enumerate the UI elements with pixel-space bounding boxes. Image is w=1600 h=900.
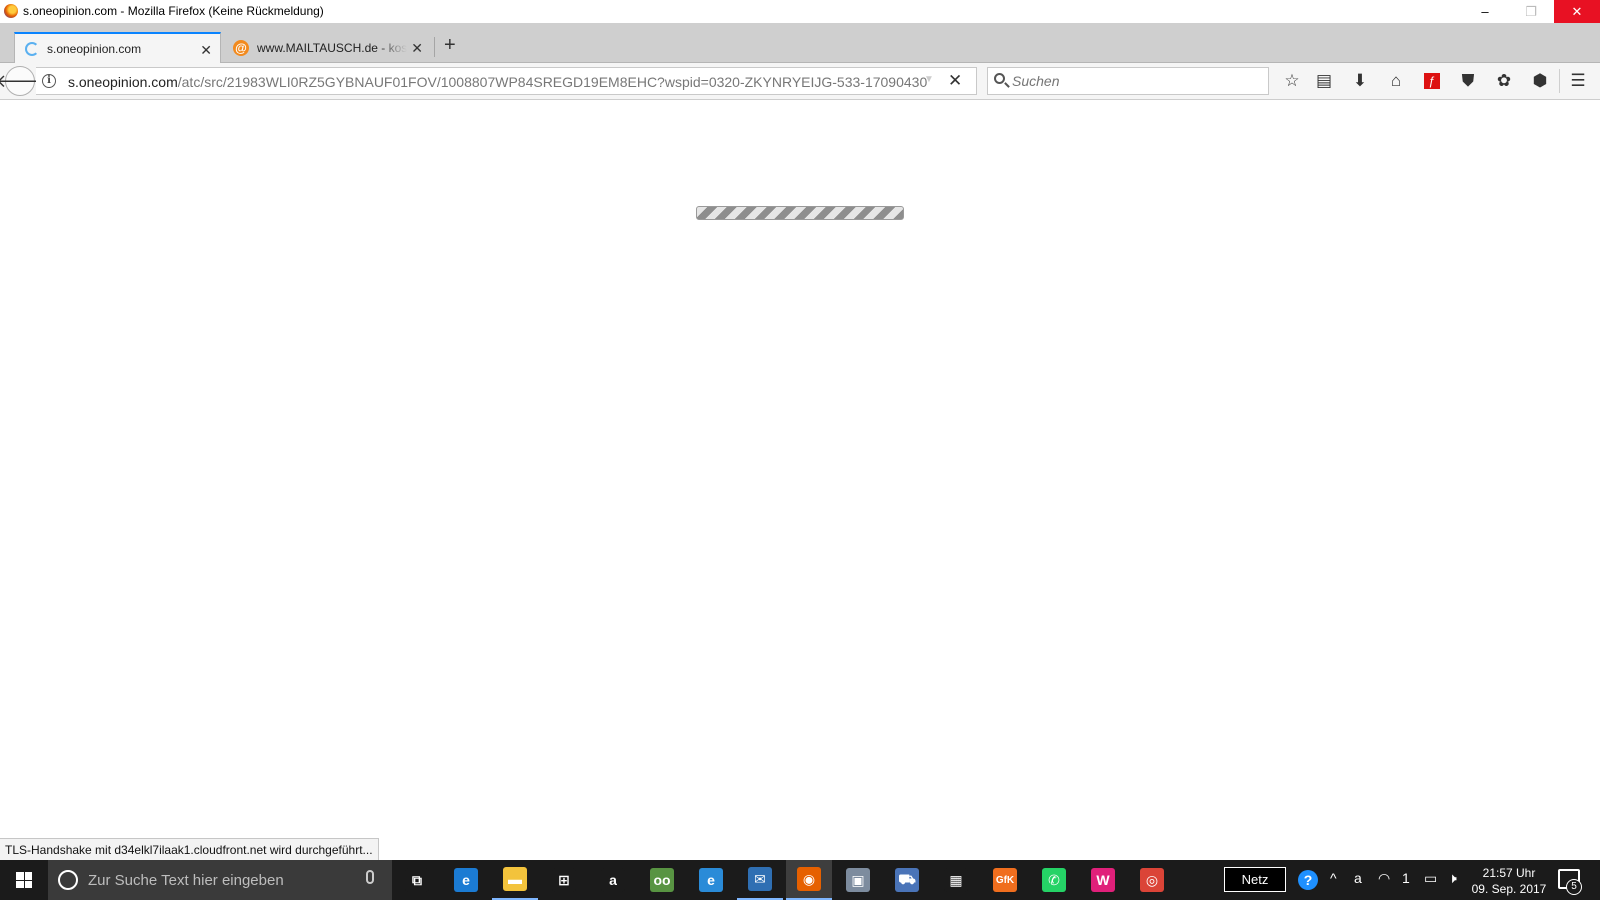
- amazon-assistant-icon[interactable]: a: [1354, 870, 1362, 886]
- menu-icon[interactable]: ☰: [1566, 69, 1590, 93]
- network-app-icon: ⛟: [895, 868, 919, 892]
- minimize-button[interactable]: –: [1462, 0, 1508, 23]
- taskbar-app-store[interactable]: ⊞: [541, 860, 587, 900]
- firefox-icon: ◉: [797, 867, 821, 891]
- microphone-icon[interactable]: [366, 870, 374, 884]
- bookmark-star-icon[interactable]: ☆: [1280, 69, 1304, 93]
- url-history-dropdown-icon[interactable]: ▼: [924, 74, 934, 85]
- netz-indicator[interactable]: Netz: [1224, 867, 1286, 892]
- taskbar-search-placeholder: Zur Suche Text hier eingeben: [88, 872, 284, 889]
- clock-time: 21:57 Uhr: [1482, 866, 1536, 880]
- reading-list-icon[interactable]: ▤: [1312, 69, 1336, 93]
- flash-icon[interactable]: ƒ: [1424, 73, 1440, 89]
- taskbar-app-file-explorer[interactable]: ▬: [492, 860, 538, 900]
- tab-strip: s.oneopinion.com ✕ @ www.MAILTAUSCH.de -…: [0, 23, 1600, 63]
- gfk-icon: GfK: [993, 868, 1017, 892]
- tab-label: s.oneopinion.com: [47, 41, 142, 56]
- windows-taskbar: Zur Suche Text hier eingeben ⧉ e ▬ ⊞ a oo e ✉ ◉ ▣…: [0, 860, 1600, 900]
- tab-oneopinion[interactable]: s.oneopinion.com ✕: [14, 32, 221, 63]
- notification-count-badge: 5: [1566, 879, 1582, 895]
- taskbar-app-edge[interactable]: e: [443, 860, 489, 900]
- remote-desktop-icon: ▣: [846, 868, 870, 892]
- extension-icon[interactable]: ✿: [1492, 69, 1516, 93]
- windows-logo-icon: [16, 872, 32, 888]
- tripadvisor-icon: oo: [650, 868, 674, 892]
- taskbar-app-amazon[interactable]: a: [590, 860, 636, 900]
- url-text[interactable]: s.oneopinion.com/atc/src/21983WLI0RZ5GYB…: [68, 74, 938, 90]
- internet-explorer-icon: e: [699, 868, 723, 892]
- search-bar[interactable]: [987, 67, 1269, 95]
- loading-progress-bar: [696, 206, 904, 220]
- volume-muted-icon[interactable]: 🕨: [1448, 870, 1457, 887]
- tab-close-icon[interactable]: ✕: [200, 42, 212, 59]
- taskbar-app-calculator[interactable]: ▦: [933, 860, 979, 900]
- taskbar-app-firefox[interactable]: ◉: [786, 860, 832, 900]
- loading-spinner-icon: [25, 41, 39, 56]
- taskbar-app-remote-desktop[interactable]: ▣: [835, 860, 881, 900]
- tray-expand-icon[interactable]: ^: [1330, 870, 1337, 886]
- back-button[interactable]: 🡐: [0, 66, 44, 96]
- chrome-icon: ◎: [1140, 868, 1164, 892]
- download-icon[interactable]: ⬇: [1348, 69, 1372, 93]
- window-title-bar: s.oneopinion.com - Mozilla Firefox (Kein…: [0, 0, 1600, 23]
- search-icon: [994, 73, 1005, 84]
- edge-icon: e: [454, 868, 478, 892]
- store-icon: ⊞: [552, 868, 576, 892]
- calculator-icon: ▦: [944, 868, 968, 892]
- clock-date: 09. Sep. 2017: [1471, 882, 1547, 896]
- taskbar-app-task-view[interactable]: ⧉: [394, 860, 440, 900]
- app-w-icon: W: [1091, 868, 1115, 892]
- taskbar-app-gfk[interactable]: GfK: [982, 860, 1028, 900]
- taskbar-app-network-app[interactable]: ⛟: [884, 860, 930, 900]
- taskbar-app-tripadvisor[interactable]: oo: [639, 860, 685, 900]
- whatsapp-icon: ✆: [1042, 868, 1066, 892]
- home-icon[interactable]: ⌂: [1384, 69, 1408, 93]
- shield-extension-icon[interactable]: ⬢: [1528, 69, 1552, 93]
- url-host: s.oneopinion.com: [68, 74, 178, 90]
- sim-icon[interactable]: 1: [1402, 870, 1410, 886]
- close-window-button[interactable]: ✕: [1554, 0, 1600, 23]
- window-title: s.oneopinion.com - Mozilla Firefox (Kein…: [23, 4, 324, 18]
- site-info-icon[interactable]: i: [42, 74, 56, 88]
- wifi-icon[interactable]: ◠: [1378, 870, 1390, 887]
- pocket-icon[interactable]: ⛊: [1456, 69, 1480, 93]
- search-input[interactable]: [1012, 72, 1262, 90]
- url-bar[interactable]: i s.oneopinion.com/atc/src/21983WLI0RZ5G…: [36, 67, 977, 95]
- taskbar-search-box[interactable]: Zur Suche Text hier eingeben: [48, 860, 392, 900]
- taskbar-app-chrome[interactable]: ◎: [1129, 860, 1175, 900]
- url-path: /atc/src/21983WLI0RZ5GYBNAUF01FOV/100880…: [177, 74, 928, 90]
- taskbar-app-app-w[interactable]: W: [1080, 860, 1126, 900]
- battery-icon[interactable]: ▭: [1424, 870, 1437, 887]
- cortana-icon: [58, 870, 78, 890]
- start-button[interactable]: [0, 860, 48, 900]
- tab-mailtausch[interactable]: @ www.MAILTAUSCH.de - kostenlos ✕: [223, 32, 431, 63]
- toolbar-separator: [1559, 69, 1560, 93]
- navigation-bar: 🡐 i s.oneopinion.com/atc/src/21983WLI0RZ…: [0, 63, 1600, 100]
- tab-label: www.MAILTAUSCH.de - kostenlos: [257, 40, 407, 55]
- status-panel: TLS-Handshake mit d34elkl7ilaak1.cloudfr…: [0, 838, 379, 861]
- taskbar-app-thunderbird[interactable]: ✉: [737, 860, 783, 900]
- taskbar-clock[interactable]: 21:57 Uhr 09. Sep. 2017: [1468, 865, 1550, 897]
- thunderbird-icon: ✉: [748, 867, 772, 891]
- taskbar-app-internet-explorer[interactable]: e: [688, 860, 734, 900]
- task-view-icon: ⧉: [405, 868, 429, 892]
- taskbar-app-whatsapp[interactable]: ✆: [1031, 860, 1077, 900]
- stop-loading-button[interactable]: ✕: [948, 71, 962, 91]
- amazon-icon: a: [601, 868, 625, 892]
- tab-separator: [434, 37, 435, 57]
- maximize-button[interactable]: ❐: [1508, 0, 1554, 23]
- new-tab-button[interactable]: +: [444, 34, 456, 57]
- help-icon[interactable]: ?: [1298, 870, 1318, 890]
- firefox-logo-icon: [4, 4, 18, 18]
- at-sign-icon: @: [233, 39, 249, 56]
- file-explorer-icon: ▬: [503, 867, 527, 891]
- tab-close-icon[interactable]: ✕: [411, 40, 423, 57]
